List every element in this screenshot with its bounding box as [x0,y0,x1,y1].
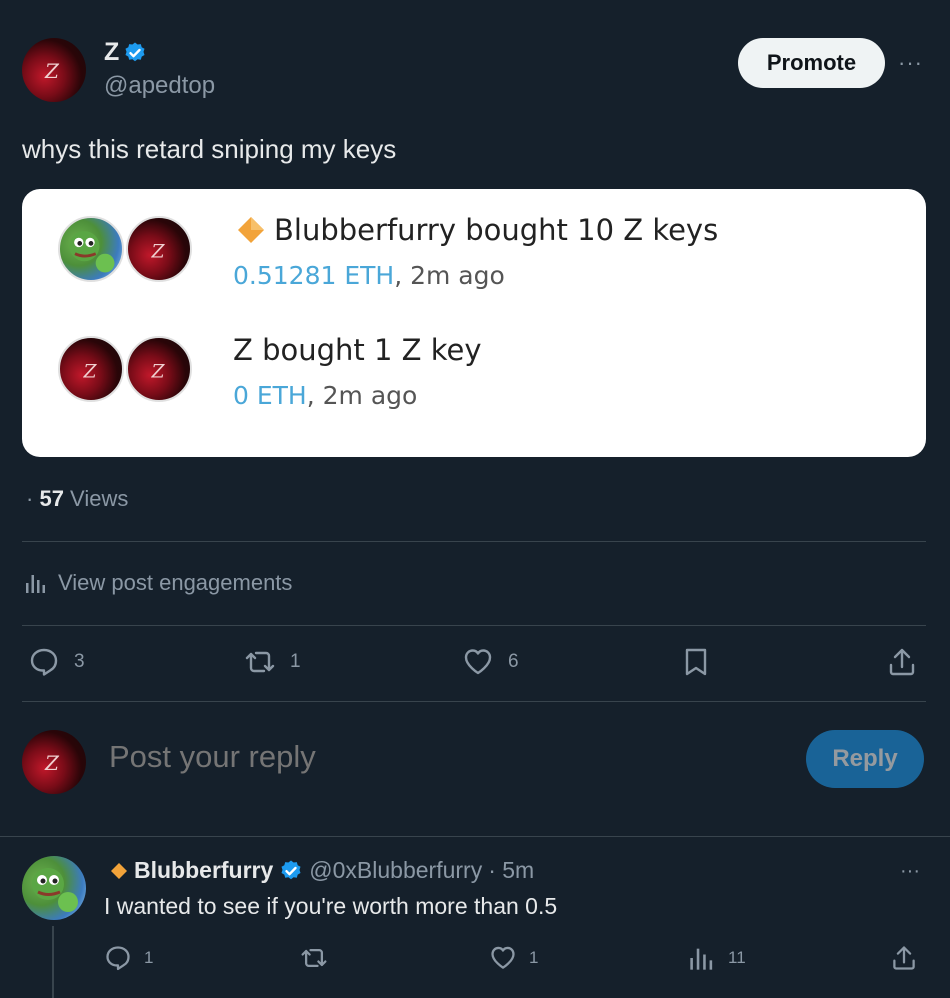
author-name-row[interactable]: Z [104,38,147,67]
share-icon [893,946,915,970]
divider [22,541,926,542]
trade-eth-2: 0 ETH [233,381,307,410]
comment-text: I wanted to see if you're worth more tha… [104,893,558,919]
trade-time-2: , 2m ago [306,381,418,410]
comment-like-action[interactable]: 1 [489,944,538,972]
reply-count: 3 [74,651,85,672]
repost-action[interactable]: 1 [244,646,301,678]
orange-diamond-icon [111,862,127,879]
repost-count: 1 [290,651,301,672]
comment-view-count: 11 [728,948,746,967]
comment-like-count: 1 [529,948,539,967]
comment-share-action[interactable] [890,944,918,972]
subject-avatar: Z [126,216,192,282]
trade-subtitle-2: 0 ETH, 2m ago [233,381,417,410]
commenter-handle[interactable]: @0xBlubberfurry [309,857,482,884]
reply-action[interactable]: 3 [28,646,85,678]
svg-text:Z: Z [44,751,60,775]
like-count: 6 [508,651,519,672]
repost-icon [301,948,327,968]
comment-time[interactable]: · 5m [488,857,534,884]
trade-eth-1: 0.51281 ETH [233,261,395,290]
comment-header: Blubberfurry @0xBlubberfurry · 5m [110,857,534,884]
svg-text:Z: Z [44,59,60,83]
verified-badge-icon [125,42,145,61]
svg-text:Z: Z [150,361,165,382]
repost-icon [245,651,275,673]
author-name[interactable]: Z [104,38,119,67]
share-icon [889,648,915,676]
divider [22,701,926,702]
divider [0,836,950,837]
heart-icon [464,649,492,675]
reply-input[interactable] [107,738,711,776]
composer-avatar: Z [22,730,86,794]
orange-diamond-icon [238,217,264,243]
comment-more-icon[interactable]: ··· [900,860,920,883]
promote-button[interactable]: Promote [738,38,885,88]
comment-repost-action[interactable] [300,944,328,972]
reply-icon [106,946,130,971]
comment-reply-action[interactable]: 1 [104,944,153,972]
trade-time-1: , 2m ago [394,261,505,290]
author-handle[interactable]: @apedtop [104,72,215,100]
view-engagements-link[interactable]: View post engagements [24,570,292,596]
subject-avatar: Z [126,336,192,402]
trade-title-2: Z bought 1 Z key [233,333,482,367]
views-number: 57 [39,486,64,511]
buyer-avatar: Z [58,336,124,402]
trade-title-text-2: Z bought 1 Z key [233,333,482,367]
views-prefix: · [26,486,40,511]
trade-subtitle-1: 0.51281 ETH, 2m ago [233,261,505,290]
like-action[interactable]: 6 [462,646,519,678]
trade-title-1: Blubberfurry bought 10 Z keys [236,213,718,247]
author-avatar[interactable]: Z [22,38,86,102]
embedded-image-card[interactable]: Z Blubberfurry bought 10 Z keys 0.51281 … [22,189,926,457]
heart-icon [491,946,515,969]
bookmark-icon [685,648,707,676]
thread-line [52,926,54,998]
svg-text:Z: Z [82,361,97,382]
analytics-icon [690,948,713,970]
trade-title-text-1: Blubberfurry bought 10 Z keys [274,213,719,247]
engagements-label[interactable]: View post engagements [58,570,292,596]
share-action[interactable] [886,646,918,678]
views-label: Views [63,486,129,511]
commenter-name[interactable]: Blubberfurry [134,857,273,884]
comment-views-action[interactable]: 11 [688,944,746,972]
analytics-icon [26,575,45,593]
view-count: · 57 Views [26,486,128,512]
reply-icon [30,648,58,676]
verified-badge-icon [281,860,301,879]
comment-reply-count: 1 [144,948,154,967]
reply-button[interactable]: Reply [806,730,924,788]
svg-text:Z: Z [150,241,165,262]
more-options-icon[interactable]: ··· [898,50,923,76]
divider [22,625,926,626]
commenter-avatar[interactable] [22,856,86,920]
post-text: whys this retard sniping my keys [22,134,397,164]
bookmark-action[interactable] [680,646,712,678]
buyer-avatar [58,216,124,282]
